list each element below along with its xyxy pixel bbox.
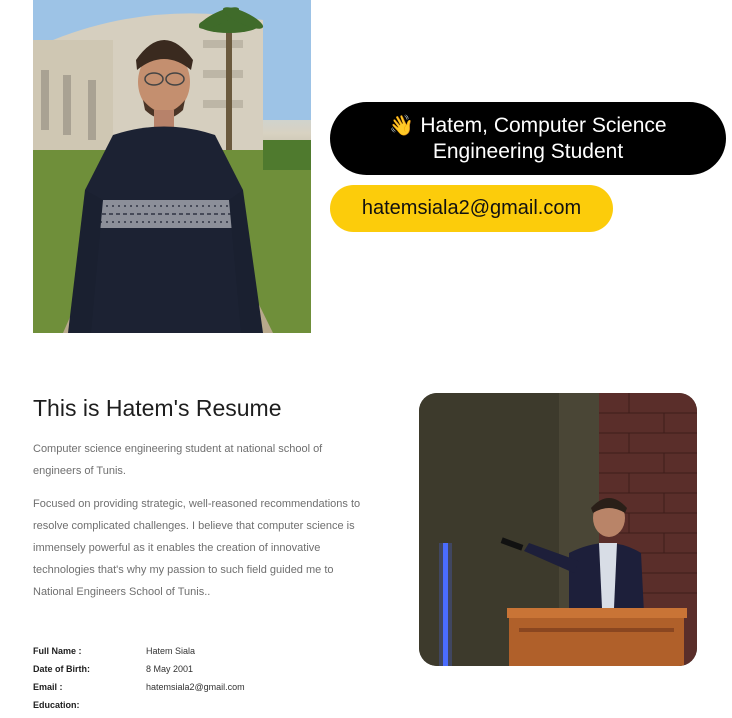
greeting-banner: 👋 Hatem, Computer Science Engineering Stu…	[330, 102, 726, 175]
info-label: Email :	[33, 682, 63, 692]
profile-photo	[33, 0, 311, 333]
info-label: Full Name :	[33, 646, 82, 656]
info-value: hatemsiala2@gmail.com	[146, 682, 245, 692]
info-row-date-of-birth: Date of Birth: 8 May 2001	[33, 660, 245, 678]
info-value: 8 May 2001	[146, 664, 194, 674]
intro-paragraph: Computer science engineering student at …	[33, 443, 323, 477]
info-value: Hatem Siala	[146, 646, 196, 656]
info-row-education: Education:	[33, 696, 245, 714]
greeting-text: Hatem, Computer Science Engineering Stud…	[420, 113, 667, 163]
waving-hand-icon: 👋	[389, 114, 415, 137]
info-row-full-name: Full Name : Hatem Siala	[33, 642, 245, 660]
bio-paragraph: Focused on providing strategic, well-rea…	[33, 498, 361, 598]
email-button[interactable]: hatemsiala2@gmail.com	[330, 185, 613, 232]
presentation-photo	[419, 393, 697, 666]
info-row-email: Email : hatemsiala2@gmail.com	[33, 678, 245, 696]
info-label: Date of Birth:	[33, 664, 90, 674]
personal-info: Full Name : Hatem Siala Date of Birth: 8…	[33, 642, 245, 714]
resume-title: This is Hatem's Resume	[33, 395, 282, 421]
info-label: Education:	[33, 700, 80, 710]
